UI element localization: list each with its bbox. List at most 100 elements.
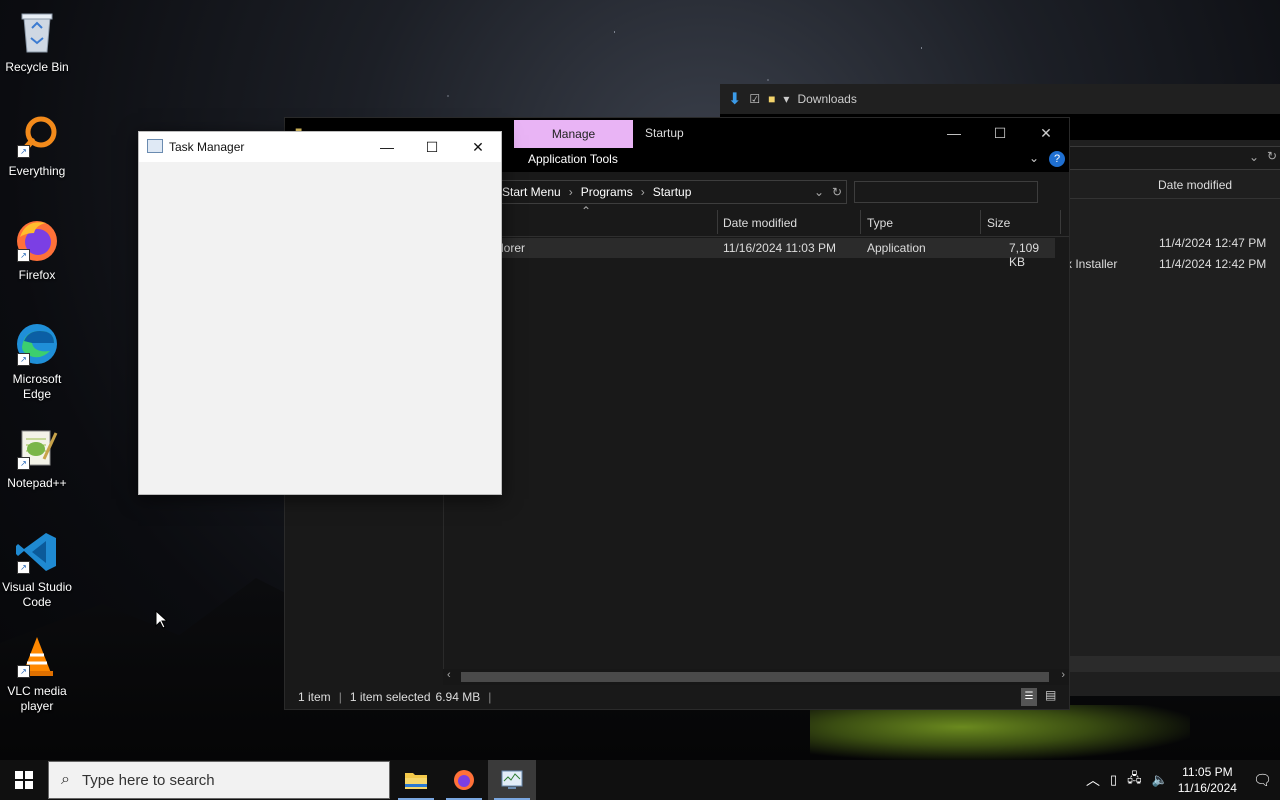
column-divider[interactable] — [1060, 210, 1061, 234]
close-icon: ✕ — [1040, 124, 1052, 141]
taskbar: ⌕ Type here to search ︿ ▯ 🖧 🔈 11:05 PM 1… — [0, 760, 1280, 800]
file-type: Application — [867, 241, 926, 255]
desktop-icon-label: Recycle Bin — [5, 60, 69, 74]
taskbar-file-explorer[interactable] — [392, 760, 440, 800]
notes-icon[interactable]: ▯ — [1110, 772, 1117, 788]
start-button[interactable] — [0, 760, 48, 800]
column-divider[interactable] — [980, 210, 981, 234]
system-tray: ︿ ▯ 🖧 🔈 11:05 PM 11/16/2024 🗨 — [1086, 760, 1280, 800]
desktop-icon-vscode[interactable]: ↗ Visual Studio Code — [0, 528, 74, 610]
desktop-icon-recycle-bin[interactable]: Recycle Bin — [0, 8, 74, 75]
column-divider[interactable] — [717, 210, 718, 234]
close-icon: ✕ — [472, 138, 484, 155]
maximize-icon: ☐ — [425, 138, 439, 155]
column-header-type[interactable]: Type — [867, 216, 893, 230]
file-date: 11/4/2024 12:47 PM — [1159, 236, 1267, 250]
volume-muted-icon[interactable]: 🔈 — [1152, 772, 1168, 788]
file-name: x Installer — [1066, 257, 1118, 271]
recycle-bin-icon — [13, 8, 61, 56]
properties-icon[interactable]: ☑ — [749, 92, 760, 106]
close-button[interactable]: ✕ — [1023, 118, 1069, 148]
everything-search-icon: ↗ — [13, 112, 61, 160]
file-date: 11/16/2024 11:03 PM — [723, 241, 836, 255]
title-bar[interactable]: Task Manager — ☐ ✕ — [139, 132, 501, 162]
large-icons-view-icon[interactable]: ▤ — [1045, 688, 1056, 702]
task-manager-window[interactable]: Task Manager — ☐ ✕ — [138, 131, 502, 495]
breadcrumb-start-menu[interactable]: Start Menu — [502, 185, 561, 199]
window-title: Startup — [645, 126, 684, 140]
tab-application-tools[interactable]: Application Tools — [528, 152, 618, 166]
address-bar[interactable]: Start Menu › Programs › Startup ⌄ ↻ — [497, 180, 847, 204]
scroll-left-icon[interactable]: ‹ — [447, 669, 451, 681]
minimize-button[interactable]: — — [931, 118, 977, 148]
desktop-icon-notepadpp[interactable]: ↗ Notepad++ — [0, 424, 74, 491]
desktop-icon-vlc[interactable]: ↗ VLC media player — [0, 632, 74, 714]
maximize-button[interactable]: ☐ — [409, 132, 455, 162]
breadcrumb-startup[interactable]: Startup — [653, 185, 692, 199]
column-header-date[interactable]: Date modified — [723, 216, 797, 230]
notepadpp-icon: ↗ — [13, 424, 61, 472]
new-folder-icon[interactable]: ■ — [768, 92, 775, 106]
chevron-down-icon[interactable]: ⌄ — [814, 185, 824, 199]
chevron-down-icon[interactable]: ⌄ — [1249, 150, 1259, 164]
tab-manage[interactable]: Manage — [514, 120, 633, 148]
taskbar-firefox[interactable] — [440, 760, 488, 800]
file-size: 7,109 KB — [1009, 241, 1040, 269]
task-manager-icon — [147, 139, 163, 153]
sort-up-icon: ⌃ — [581, 204, 592, 218]
file-row[interactable]: x Installer 11/4/2024 12:42 PM — [1066, 257, 1266, 271]
show-hidden-icons-icon[interactable]: ︿ — [1086, 770, 1100, 790]
window-title: Task Manager — [169, 140, 245, 154]
breadcrumb-programs[interactable]: Programs — [581, 185, 633, 199]
details-view-icon[interactable]: ☰ — [1021, 688, 1037, 706]
desktop-icon-edge[interactable]: ↗ Microsoft Edge — [0, 320, 74, 402]
desktop-icon-label: VLC media player — [7, 684, 67, 713]
column-header-date[interactable]: Date modified — [1158, 178, 1232, 192]
refresh-icon[interactable]: ↻ — [1267, 149, 1277, 163]
task-manager-icon — [501, 770, 523, 789]
file-list[interactable]: ⌃ Date modified Type Size lorer 11/16/20… — [443, 204, 1069, 685]
breadcrumb-separator-icon: › — [640, 185, 645, 199]
network-icon[interactable]: 🖧 — [1127, 769, 1142, 791]
file-explorer-icon — [405, 773, 427, 789]
table-row[interactable]: lorer 11/16/2024 11:03 PM Application 7,… — [443, 238, 1055, 269]
windows-logo-icon — [15, 771, 33, 789]
desktop-icon-label: Microsoft Edge — [12, 372, 62, 401]
customize-qat-icon[interactable]: ▾ — [783, 92, 789, 106]
taskbar-task-manager[interactable] — [488, 760, 536, 800]
scrollbar-thumb[interactable] — [461, 672, 1049, 682]
taskbar-search[interactable]: ⌕ Type here to search — [48, 761, 390, 799]
shortcut-arrow-icon: ↗ — [17, 353, 30, 366]
expand-ribbon-icon[interactable]: ⌄ — [1029, 151, 1039, 165]
search-placeholder: Type here to search — [81, 771, 215, 789]
horizontal-scrollbar[interactable]: ‹ › — [443, 669, 1069, 685]
help-icon[interactable]: ? — [1049, 151, 1065, 167]
status-bar: 1 item | 1 item selected 6.94 MB | ☰ ▤ — [285, 685, 1069, 709]
desktop-icon-firefox[interactable]: ↗ Firefox — [0, 216, 74, 283]
download-arrow-icon[interactable]: ⬇ — [728, 89, 741, 109]
maximize-button[interactable]: ☐ — [977, 118, 1023, 148]
clock-date: 11/16/2024 — [1177, 781, 1237, 795]
firefox-icon — [454, 770, 474, 790]
status-divider: | — [338, 690, 342, 704]
minimize-button[interactable]: — — [364, 132, 410, 162]
clock[interactable]: 11:05 PM 11/16/2024 — [1178, 764, 1237, 796]
refresh-icon[interactable]: ↻ — [832, 185, 842, 199]
scroll-right-icon[interactable]: › — [1061, 669, 1065, 681]
horizontal-scrollbar[interactable] — [1066, 656, 1280, 672]
column-header-bar: Date modified — [1066, 172, 1280, 199]
desktop-icon-label: Visual Studio Code — [2, 580, 72, 609]
address-bar[interactable]: ⌄ ↻ — [1066, 146, 1280, 170]
column-divider[interactable] — [860, 210, 861, 234]
column-header-size[interactable]: Size — [987, 216, 1010, 230]
file-date: 11/4/2024 12:42 PM — [1159, 257, 1267, 271]
search-input[interactable] — [854, 181, 1038, 203]
column-header-bar: ⌃ Date modified Type Size — [443, 204, 1069, 237]
wallpaper-tent-glow — [810, 705, 1190, 760]
desktop-icon-everything[interactable]: ↗ Everything — [0, 112, 74, 179]
minimize-icon: — — [380, 139, 394, 155]
close-button[interactable]: ✕ — [455, 132, 501, 162]
notifications-icon[interactable]: 🗨 — [1253, 771, 1272, 789]
maximize-icon: ☐ — [993, 124, 1007, 141]
clock-time: 11:05 PM — [1182, 765, 1233, 779]
